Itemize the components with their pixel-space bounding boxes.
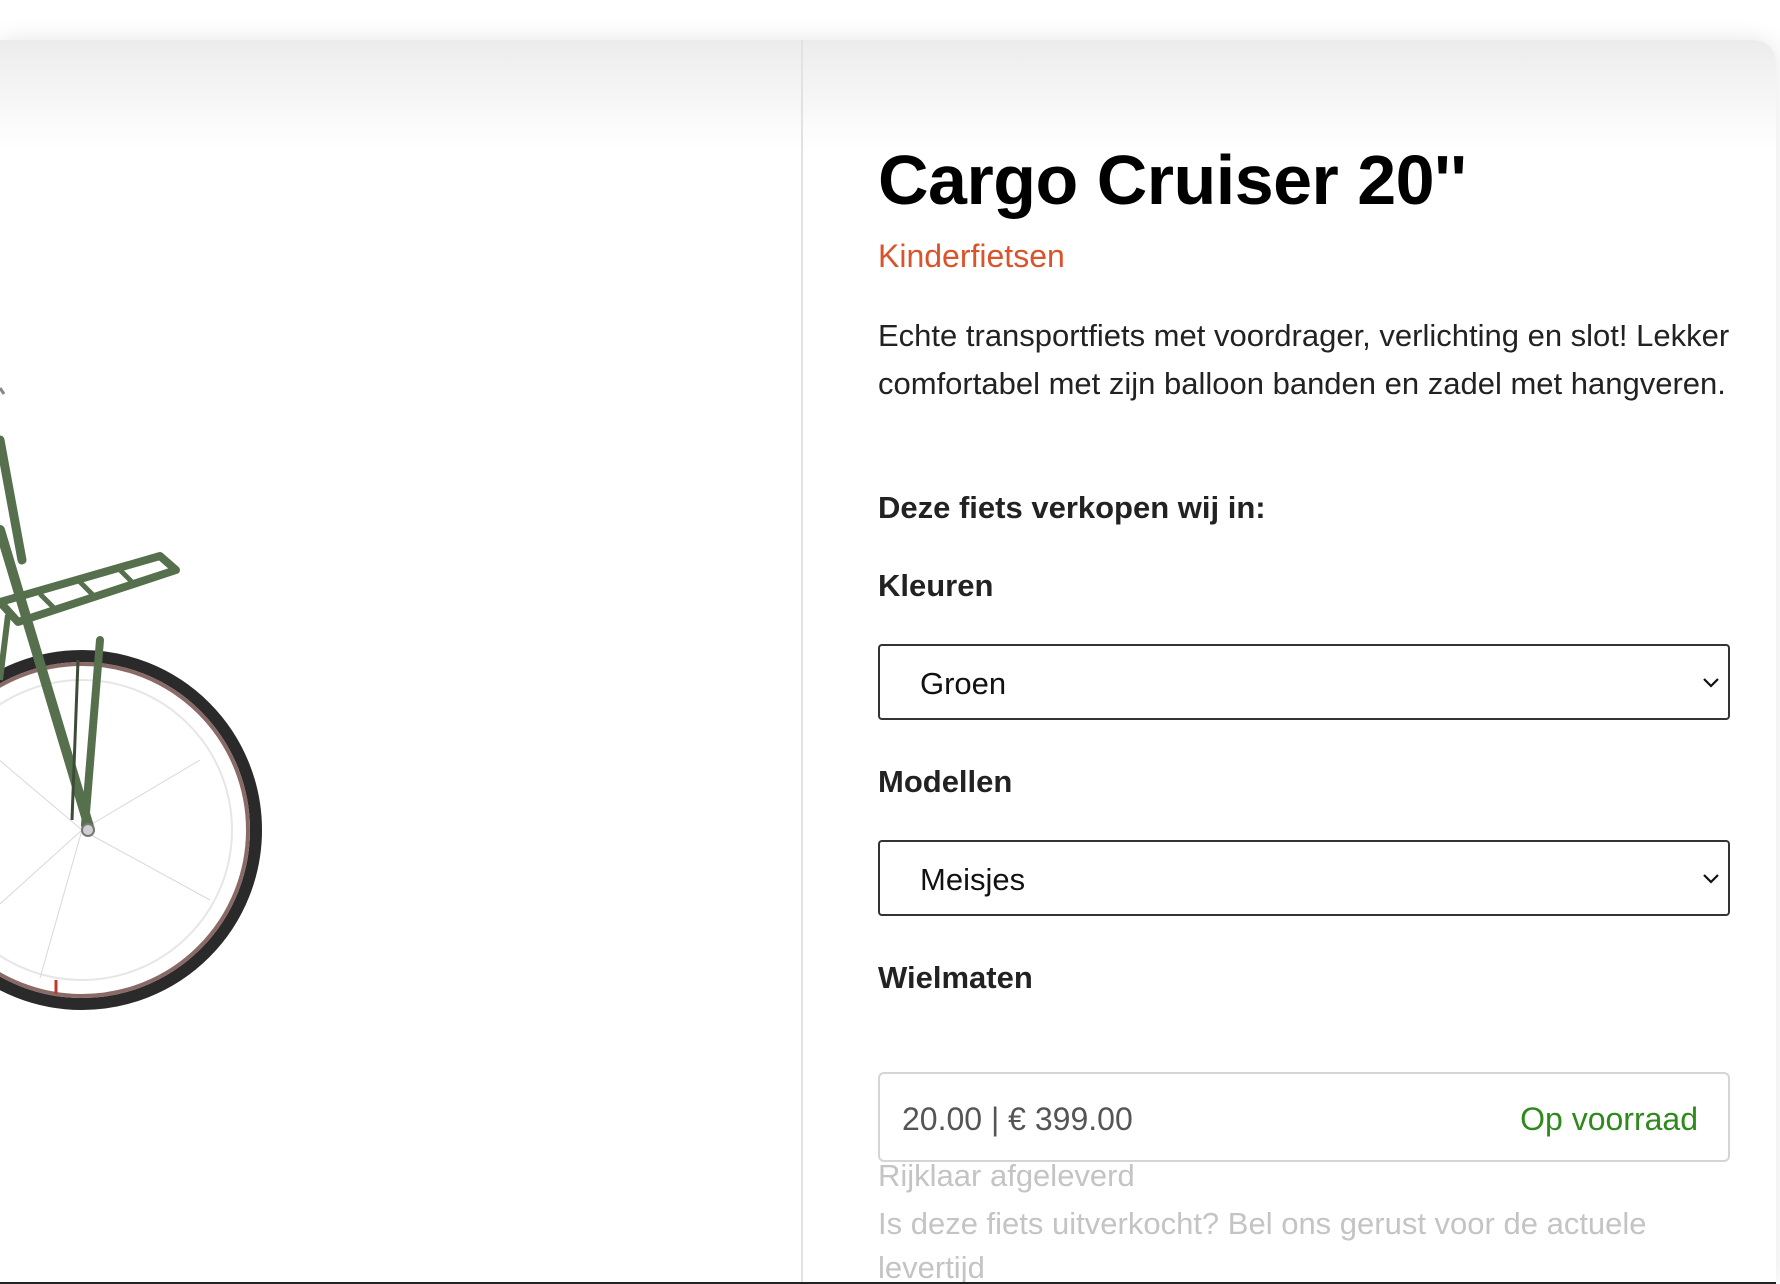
model-select-value: Meisjes [920, 862, 1026, 897]
wheel-sizes-label: Wielmaten [878, 960, 1033, 995]
chevron-down-icon [1703, 874, 1719, 884]
stock-status: Op voorraad [1520, 1101, 1698, 1137]
wheel-size-option[interactable]: 20.00 | € 399.00 Op voorraad [878, 1072, 1730, 1162]
product-image-panel [0, 40, 803, 1282]
sold-out-note: Is deze fiets uitverkocht? Bel ons gerus… [878, 1206, 1647, 1241]
top-bar [0, 0, 1780, 40]
chevron-down-icon [1703, 678, 1719, 688]
options-heading: Deze fiets verkopen wij in: [878, 490, 1266, 525]
product-title: Cargo Cruiser 20'' [878, 141, 1467, 219]
model-select[interactable]: Meisjes [878, 840, 1730, 916]
product-category-link[interactable]: Kinderfietsen [878, 238, 1065, 275]
sold-out-note-continued: levertijd [878, 1250, 985, 1284]
models-label: Modellen [878, 764, 1013, 799]
colors-label: Kleuren [878, 568, 994, 603]
color-select[interactable]: Groen [878, 644, 1730, 720]
color-select-value: Groen [920, 666, 1007, 701]
wheel-size-price: 20.00 | € 399.00 [902, 1101, 1133, 1137]
product-card: Cargo Cruiser 20'' Kinderfietsen Echte t… [0, 40, 1776, 1284]
delivery-note: Rijklaar afgeleverd [878, 1158, 1135, 1193]
bike-image [0, 387, 262, 1010]
product-description: Echte transportfiets met voordrager, ver… [878, 318, 1730, 401]
